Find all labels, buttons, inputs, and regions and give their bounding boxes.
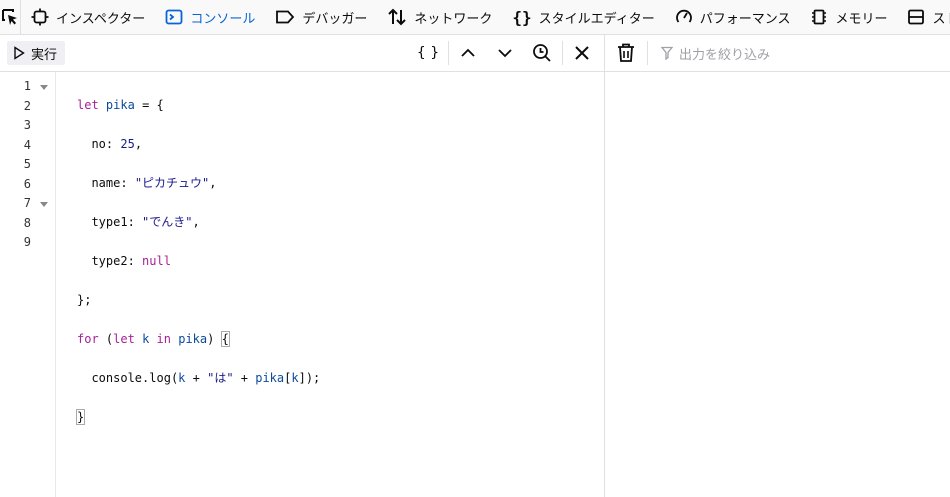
play-icon <box>14 46 25 60</box>
tab-style-editor[interactable]: {} スタイルエディター <box>502 0 664 35</box>
code-line-5: type2: null <box>91 253 171 268</box>
line-number: 4 <box>23 137 31 152</box>
history-next-button[interactable] <box>492 41 518 65</box>
code-line-2: no: 25, <box>91 136 143 151</box>
tab-performance[interactable]: パフォーマンス <box>665 0 801 35</box>
tab-inspector-label: インスペクター <box>56 11 146 27</box>
tab-console[interactable]: コンソール <box>155 0 265 35</box>
code-line-8: console.log(k + "は" + pika[k]); <box>91 370 321 385</box>
line-number: 5 <box>23 157 31 171</box>
code-line-6: }; <box>77 292 92 307</box>
code-line-3: name: "ピカチュウ", <box>91 175 217 190</box>
filter-output-input[interactable]: 出力を絞り込み <box>661 44 770 63</box>
tab-memory[interactable]: メモリー <box>800 0 897 35</box>
pretty-print-button[interactable]: { } <box>415 41 441 65</box>
line-number: 2 <box>23 98 31 113</box>
clear-output-button[interactable] <box>605 35 647 72</box>
code-line-7: for (let k in pika) { <box>77 330 230 347</box>
line-number: 9 <box>23 235 31 249</box>
line-number: 6 <box>23 176 31 191</box>
fold-marker-icon[interactable] <box>40 85 48 90</box>
output-toolbar: 出力を絞り込み <box>605 35 950 72</box>
tab-debugger-label: デバッガー <box>302 11 368 27</box>
memory-icon <box>812 9 827 25</box>
tab-network[interactable]: ネットワーク <box>377 0 502 35</box>
storage-icon <box>908 9 925 25</box>
close-icon <box>575 46 589 60</box>
chevron-up-icon <box>461 48 475 57</box>
tab-debugger[interactable]: デバッガー <box>265 0 377 35</box>
pane-splitter[interactable] <box>604 35 605 497</box>
line-number: 3 <box>23 118 31 132</box>
tab-network-label: ネットワーク <box>414 11 493 27</box>
tab-inspector[interactable]: インスペクター <box>21 0 155 35</box>
line-number-gutter: 1 2 3 4 5 6 7 8 9 <box>0 72 56 497</box>
run-button[interactable]: 実行 <box>7 41 66 65</box>
tab-performance-label: パフォーマンス <box>699 11 791 27</box>
line-number: 8 <box>23 215 31 230</box>
tab-console-label: コンソール <box>190 11 256 27</box>
element-picker-button[interactable] <box>0 0 21 35</box>
console-icon <box>165 9 183 25</box>
code-editor[interactable]: let pika = { no: 25, name: "ピカチュウ", type… <box>75 76 321 447</box>
toolbar-separator <box>448 41 449 65</box>
toolbar-separator <box>562 41 563 65</box>
fold-marker-icon[interactable] <box>40 202 48 207</box>
tab-style-editor-label: スタイルエディター <box>538 11 655 27</box>
code-line-4: type1: "でんき", <box>91 214 200 229</box>
performance-icon <box>675 9 692 23</box>
devtools-toolbar: インスペクター コンソール デバッガー ネットワーク {} スタイルエディター … <box>0 0 950 35</box>
history-search-icon <box>533 44 551 62</box>
editor-toolbar: 実行 { } <box>0 35 605 72</box>
tab-memory-label: メモリー <box>835 11 888 27</box>
braces-icon: { } <box>416 45 440 61</box>
line-number: 1 <box>23 79 31 93</box>
network-icon <box>388 8 407 26</box>
run-button-label: 実行 <box>31 47 58 63</box>
trash-icon <box>618 43 634 62</box>
cursor-pick-icon <box>2 9 17 25</box>
line-number: 7 <box>23 196 31 210</box>
history-prev-button[interactable] <box>455 41 481 65</box>
filter-icon <box>661 46 673 60</box>
chevron-down-icon <box>498 49 512 58</box>
code-line-9: } <box>75 408 86 425</box>
style-editor-icon: {} <box>512 7 532 27</box>
inspector-icon <box>31 8 49 26</box>
tab-storage[interactable]: ストレー <box>897 0 950 35</box>
close-editor-button[interactable] <box>569 41 595 65</box>
history-search-button[interactable] <box>529 41 555 65</box>
code-line-1: let pika = { <box>77 97 164 112</box>
toolbar-separator <box>647 41 648 65</box>
tab-storage-label: ストレー <box>932 11 950 27</box>
filter-placeholder: 出力を絞り込み <box>679 47 771 63</box>
debugger-icon <box>276 10 295 24</box>
